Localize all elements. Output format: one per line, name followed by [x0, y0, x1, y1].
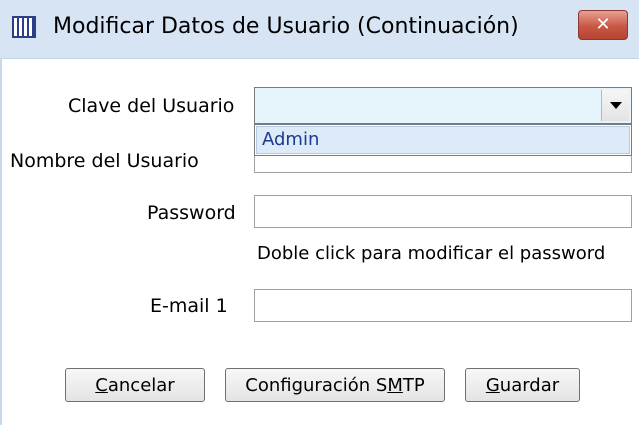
smtp-label-before: Configuración S: [245, 374, 388, 396]
email-field[interactable]: [254, 289, 632, 322]
password-label: Password: [147, 202, 236, 224]
email-label: E-mail 1: [150, 295, 228, 317]
cancel-mnemonic: C: [95, 374, 108, 396]
smtp-config-button[interactable]: Configuración SMTP: [225, 368, 445, 402]
smtp-mnemonic: M: [387, 374, 403, 396]
chevron-down-icon[interactable]: [601, 90, 629, 121]
close-button[interactable]: ✕: [578, 10, 628, 40]
dialog-window: Modificar Datos de Usuario (Continuación…: [0, 0, 639, 425]
cancel-button[interactable]: Cancelar: [65, 368, 205, 402]
clave-combobox[interactable]: [254, 87, 632, 124]
window-title: Modificar Datos de Usuario (Continuación…: [53, 14, 519, 39]
clave-dropdown-list: Admin: [254, 124, 632, 156]
save-mnemonic: G: [485, 374, 500, 396]
close-icon: ✕: [595, 14, 611, 35]
smtp-label-rest: TP: [402, 374, 425, 396]
window-app-icon: [12, 16, 36, 38]
password-field[interactable]: [254, 195, 632, 228]
dropdown-option-admin[interactable]: Admin: [256, 126, 630, 154]
clave-label: Clave del Usuario: [68, 95, 235, 117]
nombre-label: Nombre del Usuario: [10, 150, 199, 172]
password-hint: Doble click para modificar el password: [257, 243, 606, 264]
save-label-rest: uardar: [499, 374, 560, 396]
save-button[interactable]: Guardar: [465, 368, 580, 402]
window-frame-left: [0, 58, 2, 425]
title-bar[interactable]: Modificar Datos de Usuario (Continuación…: [0, 0, 639, 59]
cancel-label-rest: ancelar: [107, 374, 175, 396]
